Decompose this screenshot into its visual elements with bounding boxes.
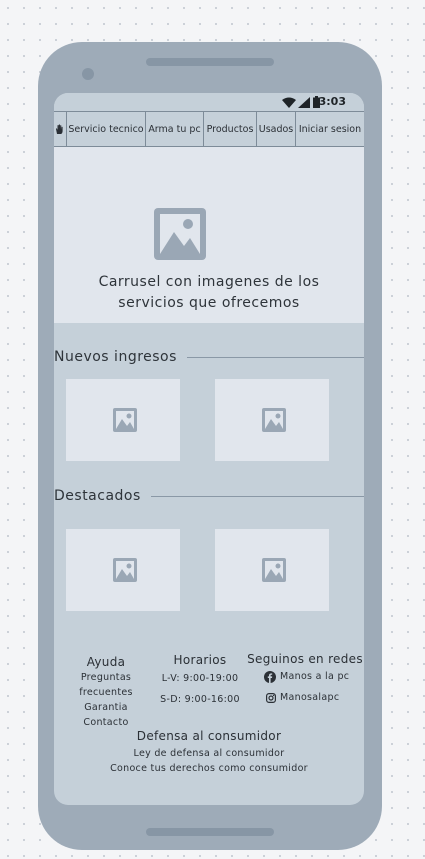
footer-social-title: Seguinos en redes	[247, 652, 363, 666]
clock: 3:03	[318, 95, 346, 108]
footer-help-title: Ayuda	[86, 655, 126, 669]
image-icon	[113, 558, 137, 582]
nav-item-servicio-tecnico[interactable]: Servicio tecnico	[67, 112, 146, 146]
warranty-link[interactable]: Garantia	[54, 700, 158, 715]
product-card[interactable]	[66, 529, 180, 611]
section-title: Destacados	[54, 488, 141, 504]
instagram-link[interactable]: Manosalapc	[246, 690, 364, 705]
speaker	[146, 58, 274, 66]
footer-help: Ayuda Preguntas frecuentes Garantia Cont…	[54, 655, 158, 730]
instagram-icon	[266, 692, 276, 703]
status-bar: 3:03	[54, 93, 364, 111]
nav-item-productos[interactable]: Productos	[204, 112, 257, 146]
home-indicator	[146, 828, 274, 836]
nav-item-arma-tu-pc[interactable]: Arma tu pc	[146, 112, 204, 146]
image-icon	[113, 408, 137, 432]
hero-carousel[interactable]: Carrusel con imagenes de los servicios q…	[54, 147, 364, 323]
nav-item-usados[interactable]: Usados	[257, 112, 296, 146]
product-card[interactable]	[66, 379, 180, 461]
footer: Ayuda Preguntas frecuentes Garantia Cont…	[54, 611, 364, 801]
hours-weekday: L-V: 9:00-19:00	[161, 673, 239, 684]
screen: 3:03 Servicio tecnico Arma tu pc Product…	[54, 93, 364, 805]
hours-weekend: S-D: 9:00-16:00	[160, 694, 240, 705]
new-products-row	[54, 379, 364, 461]
contact-link[interactable]: Contacto	[54, 715, 158, 730]
image-icon	[262, 558, 286, 582]
consumer-rights-link[interactable]: Conoce tus derechos como consumidor	[54, 761, 364, 776]
wifi-icon	[282, 97, 296, 108]
section-title: Nuevos ingresos	[54, 349, 177, 365]
section-featured-header: Destacados	[54, 486, 364, 506]
hand-icon[interactable]	[54, 112, 67, 146]
product-card[interactable]	[215, 529, 329, 611]
divider	[150, 495, 364, 497]
section-new-header: Nuevos ingresos	[54, 347, 364, 367]
footer-hours: Horarios L-V: 9:00-19:00 S-D: 9:00-16:00	[160, 653, 240, 707]
signal-icon	[298, 97, 310, 108]
footer-social: Seguinos en redes Manos a la pc Manosala…	[246, 652, 364, 705]
faq-link[interactable]: Preguntas frecuentes	[54, 670, 158, 700]
phone-frame: 3:03 Servicio tecnico Arma tu pc Product…	[38, 42, 382, 850]
footer-hours-title: Horarios	[173, 653, 227, 667]
footer-consumer: Defensa al consumidor Ley de defensa al …	[54, 729, 364, 776]
nav-item-iniciar-sesion[interactable]: Iniciar sesion	[296, 112, 364, 146]
featured-products-row	[54, 529, 364, 611]
product-card[interactable]	[215, 379, 329, 461]
top-nav: Servicio tecnico Arma tu pc Productos Us…	[54, 111, 364, 147]
hero-caption: Carrusel con imagenes de los servicios q…	[98, 274, 320, 311]
facebook-link[interactable]: Manos a la pc	[246, 669, 364, 684]
image-icon	[262, 408, 286, 432]
facebook-icon	[264, 670, 276, 683]
footer-consumer-title: Defensa al consumidor	[136, 729, 282, 743]
camera	[82, 68, 94, 80]
divider	[186, 356, 364, 358]
consumer-law-link[interactable]: Ley de defensa al consumidor	[54, 746, 364, 761]
image-icon	[154, 208, 206, 260]
